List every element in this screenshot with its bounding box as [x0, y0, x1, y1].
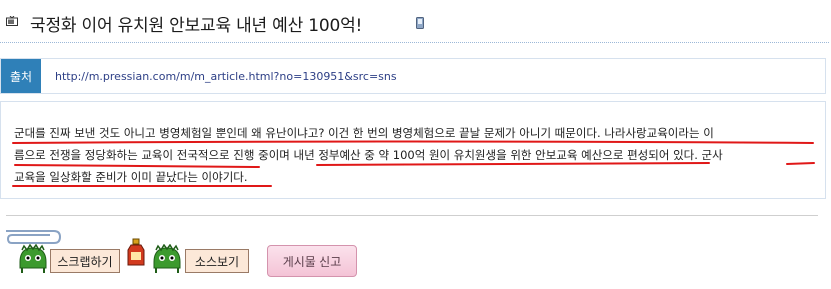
scrap-button[interactable]: 스크랩하기	[50, 249, 120, 273]
content-line: 군대를 진짜 보낸 것도 아니고 병영체험일 뿐인데 왜 유난이냐고? 이건 한…	[14, 126, 714, 140]
source-url-link[interactable]: http://m.pressian.com/m/m_article.html?n…	[55, 70, 397, 83]
article-content: 군대를 진짜 보낸 것도 아니고 병영체험일 뿐인데 왜 유난이냐고? 이건 한…	[0, 101, 826, 199]
green-mascot-icon	[153, 244, 181, 273]
view-source-button[interactable]: 소스보기	[185, 249, 249, 273]
paperclip-icon	[6, 230, 62, 244]
bottle-icon	[127, 238, 145, 266]
green-mascot-icon	[19, 244, 47, 273]
mobile-icon	[416, 17, 424, 29]
article-title-bar: 국정화 이어 유치원 안보교육 내년 예산 100억!	[0, 0, 829, 43]
report-post-button[interactable]: 게시물 신고	[267, 245, 357, 277]
source-box: 출처 http://m.pressian.com/m/m_article.htm…	[0, 58, 826, 94]
article-body: 군대를 진짜 보낸 것도 아니고 병영체험일 뿐인데 왜 유난이냐고? 이건 한…	[14, 122, 814, 188]
content-line: 름으로 전쟁을 정당화하는 교육이 전국적으로 진행 중이며 내년 정부예산 중…	[14, 148, 723, 162]
page-title: 국정화 이어 유치원 안보교육 내년 예산 100억!	[30, 16, 363, 36]
source-label: 출처	[1, 59, 41, 93]
content-line: 교육을 일상화할 준비가 이미 끝났다는 이야기다.	[14, 170, 248, 184]
divider	[6, 215, 818, 216]
tv-icon	[6, 16, 18, 26]
